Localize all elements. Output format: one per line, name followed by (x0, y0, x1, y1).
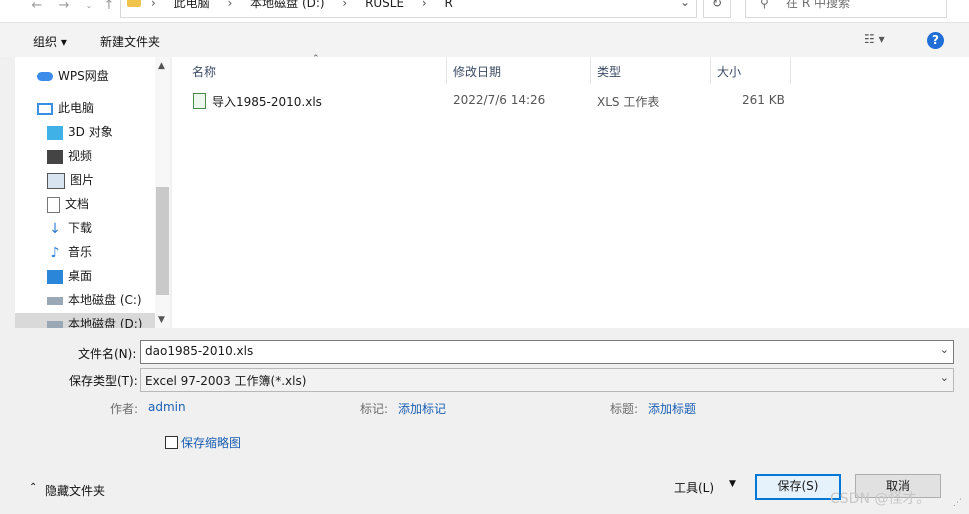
address-row: ← → ⌄ ↑ › 此电脑 › 本地磁盘 (D:) › RUSLE › R ⌄ … (0, 0, 969, 23)
picture-icon (47, 172, 65, 189)
video-icon (47, 149, 63, 164)
chevron-down-icon[interactable]: ⌄ (940, 343, 949, 356)
desktop-icon (47, 269, 63, 284)
scroll-up-icon[interactable]: ▲ (158, 61, 165, 71)
add-tags-link[interactable]: 添加标记 (398, 400, 446, 417)
nav-item-wps-cloud[interactable]: WPS网盘 (37, 65, 170, 87)
nav-item-this-pc[interactable]: 此电脑 (37, 97, 170, 119)
new-folder-button[interactable]: 新建文件夹 (100, 33, 160, 50)
music-icon: ♪ (50, 244, 60, 261)
nav-item-desktop[interactable]: 桌面 (47, 265, 170, 287)
sort-ascending-icon: ⌃ (312, 54, 320, 64)
command-bar: 组织 ▾ 新建文件夹 ☷ ▾ ? (0, 23, 969, 57)
refresh-icon[interactable]: ↻ (703, 0, 731, 18)
search-placeholder: 在 R 中搜索 (786, 0, 850, 10)
forward-arrow-icon[interactable]: → (55, 0, 73, 18)
breadcrumb-r[interactable]: R (445, 0, 453, 10)
column-divider[interactable] (446, 57, 447, 84)
scrollbar-thumb[interactable] (156, 187, 169, 295)
back-arrow-icon[interactable]: ← (28, 0, 46, 18)
column-header-modified[interactable]: 修改日期 (453, 63, 501, 80)
file-size: 261 KB (742, 93, 785, 107)
file-name: 导入1985-2010.xls (212, 95, 322, 109)
3d-objects-icon (47, 125, 63, 140)
navigation-pane: WPS网盘 此电脑 3D 对象 视频 图片 文档 ↓ 下载 ♪ 音乐 桌面 本地磁盘… (15, 57, 170, 328)
nav-item-drive-d[interactable]: 本地磁盘 (D:) (15, 313, 170, 328)
computer-icon (37, 102, 53, 115)
file-type: XLS 工作表 (597, 95, 660, 109)
nav-item-pictures[interactable]: 图片 (47, 169, 170, 191)
drive-icon (47, 320, 63, 328)
tags-label: 标记: (360, 402, 389, 416)
excel-file-icon (193, 93, 206, 109)
save-thumbnail-label[interactable]: 保存缩略图 (181, 434, 241, 451)
recent-dropdown-icon[interactable]: ⌄ (80, 0, 98, 18)
author-label: 作者: (110, 402, 139, 416)
tools-button[interactable]: 工具(L) (674, 479, 714, 496)
column-divider[interactable] (790, 57, 791, 84)
cloud-icon (37, 72, 53, 81)
nav-item-documents[interactable]: 文档 (47, 193, 170, 215)
save-thumbnail-checkbox[interactable] (165, 436, 178, 449)
file-modified: 2022/7/6 14:26 (453, 93, 546, 107)
chevron-up-icon[interactable]: ⌃ (29, 482, 37, 493)
nav-item-drive-c[interactable]: 本地磁盘 (C:) (47, 289, 170, 311)
view-options-icon[interactable]: ☷ ▾ (864, 32, 885, 46)
hide-folders-button[interactable]: 隐藏文件夹 (45, 482, 105, 499)
file-list: ⌃ 名称 修改日期 类型 大小 导入1985-2010.xls 2022/7/6… (172, 54, 969, 328)
column-header-type[interactable]: 类型 (597, 63, 621, 80)
help-icon[interactable]: ? (927, 32, 944, 49)
search-box[interactable]: ⚲ 在 R 中搜索 (745, 0, 947, 18)
document-icon (47, 196, 60, 213)
nav-item-downloads[interactable]: ↓ 下载 (47, 217, 170, 239)
nav-scrollbar[interactable]: ▲ ▼ (155, 57, 170, 328)
column-divider[interactable] (710, 57, 711, 84)
nav-item-3d-objects[interactable]: 3D 对象 (47, 121, 170, 143)
breadcrumb-rusle[interactable]: RUSLE (365, 0, 404, 10)
chevron-down-icon[interactable]: ⌄ (680, 0, 690, 9)
breadcrumb-this-pc[interactable]: 此电脑 (174, 0, 210, 10)
save-type-label: 保存类型(T): (69, 374, 138, 388)
download-icon: ↓ (49, 220, 61, 237)
drive-icon (47, 296, 63, 305)
up-arrow-icon[interactable]: ↑ (100, 0, 118, 18)
folder-icon (127, 0, 141, 7)
file-row[interactable]: 导入1985-2010.xls 2022/7/6 14:26 XLS 工作表 2… (190, 91, 890, 111)
save-options-pane: 文件名(N): dao1985-2010.xls ⌄ 保存类型(T): Exce… (15, 328, 969, 514)
resize-grip-icon[interactable]: ⋰ (953, 498, 962, 508)
search-icon: ⚲ (760, 0, 769, 10)
column-divider[interactable] (590, 57, 591, 84)
breadcrumb-drive-d[interactable]: 本地磁盘 (D:) (250, 0, 324, 10)
scroll-down-icon[interactable]: ▼ (158, 315, 165, 325)
author-value[interactable]: admin (148, 400, 186, 414)
nav-item-video[interactable]: 视频 (47, 145, 170, 167)
save-type-select[interactable]: Excel 97-2003 工作簿(*.xls) ⌄ (140, 368, 954, 392)
add-title-link[interactable]: 添加标题 (648, 400, 696, 417)
save-button[interactable]: 保存(S) (755, 474, 841, 500)
filename-label: 文件名(N): (78, 347, 137, 361)
filename-input[interactable]: dao1985-2010.xls ⌄ (140, 340, 954, 364)
chevron-down-icon[interactable]: ⌄ (940, 371, 949, 384)
title-label: 标题: (610, 402, 639, 416)
address-bar[interactable]: › 此电脑 › 本地磁盘 (D:) › RUSLE › R ⌄ (120, 0, 697, 18)
nav-item-music[interactable]: ♪ 音乐 (47, 241, 170, 263)
watermark: CSDN @怪才。 (830, 491, 931, 507)
column-header-size[interactable]: 大小 (717, 63, 741, 80)
breadcrumb: › 此电脑 › 本地磁盘 (D:) › RUSLE › R (151, 0, 467, 9)
organize-button[interactable]: 组织 ▾ (33, 33, 67, 50)
column-header-name[interactable]: 名称 (192, 63, 216, 80)
tools-dropdown-icon[interactable]: ▼ (729, 479, 736, 489)
